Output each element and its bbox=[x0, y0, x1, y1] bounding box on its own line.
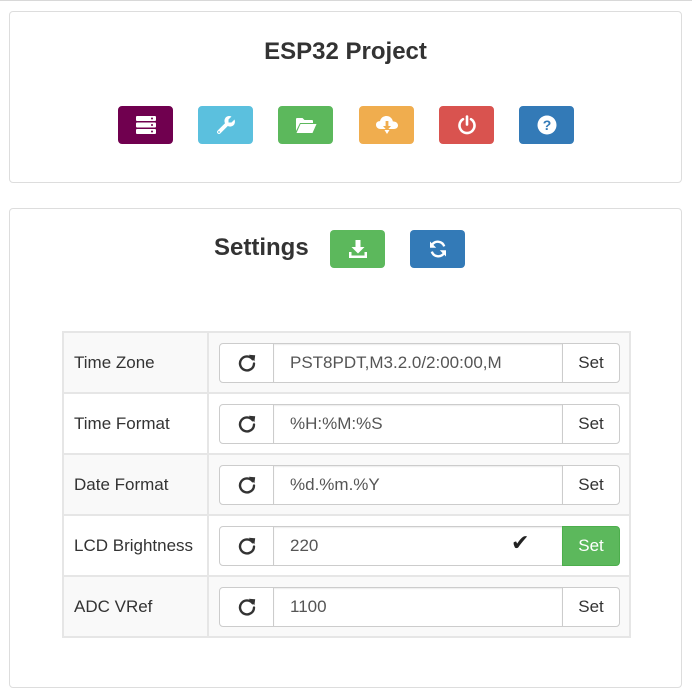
setting-control-cell: ✔ Set bbox=[207, 514, 631, 577]
set-time-zone-button[interactable]: Set bbox=[562, 342, 620, 383]
reload-icon bbox=[238, 354, 255, 372]
setting-input-group: ✔ Set bbox=[219, 525, 620, 566]
folder-open-icon bbox=[295, 117, 316, 133]
set-adc-vref-button[interactable]: Set bbox=[562, 586, 620, 627]
reload-lcd-brightness-button[interactable] bbox=[219, 525, 274, 566]
set-lcd-brightness-button[interactable]: Set bbox=[562, 525, 620, 566]
app-title: ESP32 Project bbox=[264, 38, 427, 65]
question-icon: ? bbox=[537, 115, 556, 135]
reload-icon bbox=[238, 537, 255, 555]
svg-text:?: ? bbox=[542, 117, 551, 133]
setting-row-date-format: Date Format Set bbox=[62, 453, 631, 516]
server-button[interactable] bbox=[118, 106, 173, 144]
setting-input-group: Set bbox=[219, 403, 620, 444]
setting-control-cell: Set bbox=[207, 575, 631, 638]
wrench-icon bbox=[216, 116, 235, 134]
power-button[interactable] bbox=[439, 106, 494, 144]
top-divider bbox=[0, 0, 692, 1]
setting-label: Date Format bbox=[62, 453, 209, 516]
setting-row-time-zone: Time Zone Set bbox=[62, 331, 631, 394]
reload-adc-vref-button[interactable] bbox=[219, 586, 274, 627]
setting-row-lcd-brightness: LCD Brightness ✔ Set bbox=[62, 514, 631, 577]
settings-panel: Settings Time ZoneSetTime FormatSetDate … bbox=[9, 208, 682, 688]
set-date-format-button[interactable]: Set bbox=[562, 464, 620, 505]
adc-vref-input[interactable] bbox=[274, 586, 562, 627]
check-icon: ✔ bbox=[511, 529, 530, 555]
time-format-input[interactable] bbox=[274, 403, 562, 444]
download-icon bbox=[348, 240, 367, 258]
setting-control-cell: Set bbox=[207, 331, 631, 394]
power-icon bbox=[457, 115, 476, 135]
setting-label: ADC VRef bbox=[62, 575, 209, 638]
header-panel: ESP32 Project ? bbox=[9, 11, 682, 183]
cloud-download-icon bbox=[375, 116, 398, 134]
setting-row-time-format: Time Format Set bbox=[62, 392, 631, 455]
setting-control-cell: Set bbox=[207, 453, 631, 516]
refresh-icon bbox=[429, 240, 446, 258]
setting-row-adc-vref: ADC VRef Set bbox=[62, 575, 631, 638]
reload-time-format-button[interactable] bbox=[219, 403, 274, 444]
setting-label: LCD Brightness bbox=[62, 514, 209, 577]
reload-date-format-button[interactable] bbox=[219, 464, 274, 505]
settings-table: Time Zone Set Time Format Set Date Format Set… bbox=[62, 331, 631, 638]
setting-input-group: Set bbox=[219, 464, 620, 505]
time-zone-input[interactable] bbox=[274, 342, 562, 383]
save-settings-button[interactable] bbox=[330, 230, 385, 268]
set-time-format-button[interactable]: Set bbox=[562, 403, 620, 444]
reload-time-zone-button[interactable] bbox=[219, 342, 274, 383]
help-button[interactable]: ? bbox=[519, 106, 574, 144]
setting-label: Time Format bbox=[62, 392, 209, 455]
cloud-download-button[interactable] bbox=[359, 106, 414, 144]
files-button[interactable] bbox=[278, 106, 333, 144]
settings-button[interactable] bbox=[198, 106, 253, 144]
setting-input-group: Set bbox=[219, 342, 620, 383]
setting-label: Time Zone bbox=[62, 331, 209, 394]
settings-title: Settings bbox=[214, 234, 309, 261]
setting-input-group: Set bbox=[219, 586, 620, 627]
server-icon bbox=[135, 116, 156, 134]
reload-icon bbox=[238, 476, 255, 494]
reload-icon bbox=[238, 598, 255, 616]
setting-control-cell: Set bbox=[207, 392, 631, 455]
reload-icon bbox=[238, 415, 255, 433]
refresh-settings-button[interactable] bbox=[410, 230, 465, 268]
date-format-input[interactable] bbox=[274, 464, 562, 505]
